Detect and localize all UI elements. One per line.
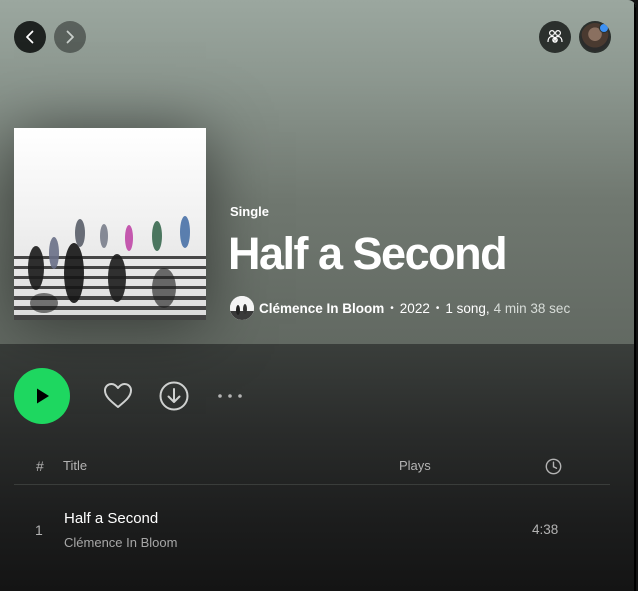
column-header-title: Title [63, 458, 88, 473]
album-duration: 4 min 38 sec [493, 300, 571, 316]
column-header-number: # [36, 458, 44, 474]
chevron-left-icon [26, 30, 34, 44]
download-icon [159, 381, 189, 411]
release-year: 2022 [399, 300, 430, 316]
heart-icon [104, 383, 132, 408]
more-options-button[interactable] [214, 384, 246, 408]
back-button[interactable] [14, 21, 46, 53]
friend-activity-button[interactable] [539, 21, 571, 53]
table-header-divider [14, 484, 610, 485]
meta-separator: • [390, 302, 394, 314]
friend-activity-icon [547, 29, 563, 43]
album-cover [14, 128, 206, 320]
play-button[interactable] [14, 368, 70, 424]
notification-dot [599, 23, 609, 33]
track-duration: 4:38 [532, 522, 559, 537]
window-edge [634, 0, 636, 591]
play-icon [37, 388, 49, 404]
download-button[interactable] [157, 379, 191, 413]
artist-avatar [230, 296, 254, 320]
like-button[interactable] [101, 379, 135, 413]
track-artist[interactable]: Clémence In Bloom [64, 535, 177, 550]
forward-button[interactable] [54, 21, 86, 53]
column-header-duration [545, 458, 562, 478]
album-cover-art [14, 128, 206, 320]
album-title: Half a Second [228, 228, 508, 279]
album-type-label: Single [230, 204, 270, 219]
track-title[interactable]: Half a Second [64, 510, 158, 527]
user-avatar-button[interactable] [579, 21, 611, 53]
chevron-right-icon [66, 30, 74, 44]
track-number: 1 [35, 522, 43, 538]
column-header-plays: Plays [399, 458, 431, 473]
meta-separator: • [435, 302, 440, 314]
track-row[interactable]: 1 Half a Second Clémence In Bloom 4:38 [14, 500, 610, 556]
clock-icon [545, 458, 562, 475]
artist-link[interactable]: Clémence In Bloom [259, 301, 384, 316]
more-options-icon [218, 394, 242, 398]
album-page: Single Half a Second Clémence In Bloom •… [0, 0, 636, 591]
album-meta: Clémence In Bloom • 2022 • 1 song, 4 min… [230, 296, 570, 320]
song-count: 1 song, [445, 300, 490, 316]
